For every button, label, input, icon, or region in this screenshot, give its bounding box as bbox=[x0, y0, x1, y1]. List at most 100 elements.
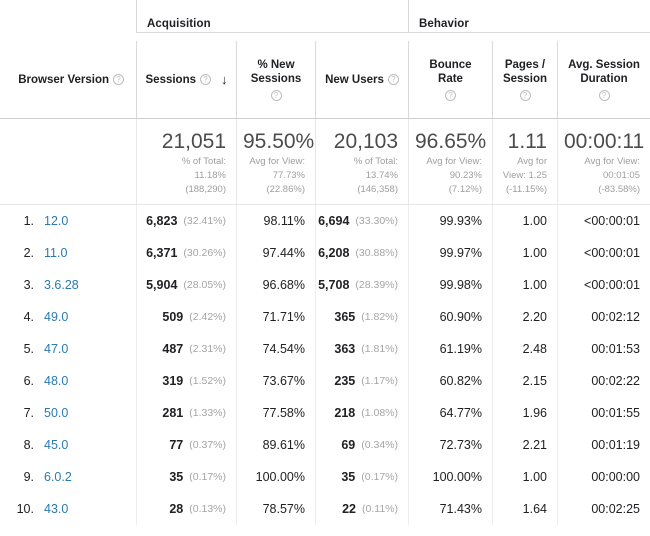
row-bounce-rate-value: 100.00% bbox=[432, 470, 482, 484]
table-row: 1. 12.0 6,823 (32.41%) 98.11% 6,694 (33.30%) 99… bbox=[0, 205, 650, 237]
column-header-bounce-rate-label: Bounce Rate bbox=[429, 59, 472, 85]
help-icon[interactable]: ? bbox=[387, 74, 399, 85]
summary-new-users-line3: (146,358) bbox=[357, 184, 398, 195]
column-header-browser-version[interactable]: Browser Version ? bbox=[0, 41, 136, 118]
browser-version-link[interactable]: 11.0 bbox=[44, 246, 67, 260]
browser-version-link[interactable]: 47.0 bbox=[44, 342, 68, 356]
row-sessions-percent: (32.41%) bbox=[183, 215, 226, 227]
help-icon[interactable]: ? bbox=[200, 74, 211, 85]
column-header-avg-session-duration[interactable]: Avg. Session Duration ? bbox=[557, 41, 650, 118]
row-index: 5. bbox=[23, 342, 34, 356]
help-icon[interactable]: ? bbox=[270, 90, 282, 101]
column-header-pages-per-session[interactable]: Pages / Session ? bbox=[492, 41, 557, 118]
row-bounce-rate-cell: 71.43% bbox=[408, 493, 492, 525]
help-icon[interactable]: ? bbox=[113, 74, 124, 85]
summary-sessions-line2: 11.18% bbox=[194, 170, 226, 181]
row-avg-session-duration-value: 00:01:19 bbox=[591, 438, 640, 452]
row-dimension-cell: 10. 43.0 bbox=[0, 493, 136, 525]
row-new-users-percent: (1.82%) bbox=[361, 311, 398, 323]
table-row: 9. 6.0.2 35 (0.17%) 100.00% 35 (0.17%) 100.00% 1… bbox=[0, 461, 650, 493]
row-pages-per-session-cell: 2.48 bbox=[492, 333, 557, 365]
row-avg-session-duration-value: <00:00:01 bbox=[584, 214, 640, 228]
row-new-users-percent: (1.08%) bbox=[361, 407, 398, 419]
group-label-acquisition: Acquisition bbox=[147, 18, 211, 30]
group-header-behavior: Behavior bbox=[408, 0, 650, 33]
row-new-users-value: 6,208 bbox=[318, 246, 350, 260]
column-header-sessions[interactable]: Sessions ? ↓ bbox=[136, 41, 236, 118]
help-icon[interactable]: ? bbox=[519, 90, 531, 101]
row-sessions-percent: (2.31%) bbox=[189, 343, 226, 355]
summary-sessions-value: 21,051 bbox=[161, 130, 226, 153]
row-avg-session-duration-cell: 00:01:55 bbox=[557, 397, 650, 429]
row-new-users-percent: (1.81%) bbox=[361, 343, 398, 355]
analytics-data-table: Acquisition Behavior Browser Version ? S… bbox=[0, 0, 650, 536]
row-index: 6. bbox=[23, 374, 34, 388]
row-sessions-value: 281 bbox=[162, 406, 184, 420]
row-pages-per-session-value: 1.96 bbox=[522, 406, 547, 420]
row-new-users-percent: (30.88%) bbox=[355, 247, 398, 259]
row-pct-new-sessions-cell: 77.58% bbox=[236, 397, 315, 429]
column-header-avg-session-duration-label: Avg. Session Duration bbox=[568, 59, 640, 85]
row-new-users-value: 363 bbox=[334, 342, 356, 356]
row-sessions-cell: 28 (0.13%) bbox=[136, 493, 236, 525]
row-new-users-value: 6,694 bbox=[318, 214, 350, 228]
help-icon[interactable]: ? bbox=[445, 90, 456, 101]
row-new-users-cell: 35 (0.17%) bbox=[315, 461, 408, 493]
row-pct-new-sessions-cell: 74.54% bbox=[236, 333, 315, 365]
row-pages-per-session-value: 2.20 bbox=[522, 310, 547, 324]
browser-version-link[interactable]: 43.0 bbox=[44, 502, 68, 516]
row-avg-session-duration-value: 00:01:55 bbox=[591, 406, 640, 420]
summary-duration-line3: (-83.58%) bbox=[598, 184, 640, 195]
summary-cell-dimension bbox=[0, 119, 136, 204]
group-header-acquisition: Acquisition bbox=[136, 0, 408, 33]
row-new-users-cell: 218 (1.08%) bbox=[315, 397, 408, 429]
row-pages-per-session-cell: 2.15 bbox=[492, 365, 557, 397]
row-avg-session-duration-value: 00:01:53 bbox=[591, 342, 640, 356]
row-avg-session-duration-cell: <00:00:01 bbox=[557, 237, 650, 269]
row-pct-new-sessions-cell: 78.57% bbox=[236, 493, 315, 525]
browser-version-link[interactable]: 45.0 bbox=[44, 438, 68, 452]
table-row: 2. 11.0 6,371 (30.26%) 97.44% 6,208 (30.88%) 99… bbox=[0, 237, 650, 269]
help-icon[interactable]: ? bbox=[598, 90, 610, 101]
column-header-bounce-rate[interactable]: Bounce Rate ? bbox=[408, 41, 492, 118]
summary-sessions-line3: (188,290) bbox=[185, 184, 226, 195]
row-avg-session-duration-value: 00:02:12 bbox=[591, 310, 640, 324]
table-row: 8. 45.0 77 (0.37%) 89.61% 69 (0.34%) 72.73% 2.21… bbox=[0, 429, 650, 461]
browser-version-link[interactable]: 50.0 bbox=[44, 406, 68, 420]
row-dimension-cell: 6. 48.0 bbox=[0, 365, 136, 397]
row-pct-new-sessions-cell: 100.00% bbox=[236, 461, 315, 493]
column-header-pct-new-sessions[interactable]: % New Sessions ? bbox=[236, 41, 315, 118]
row-avg-session-duration-cell: 00:02:25 bbox=[557, 493, 650, 525]
summary-bounce-value: 96.65% bbox=[415, 130, 487, 153]
column-header-browser-version-label: Browser Version bbox=[18, 73, 109, 86]
column-header-row: Browser Version ? Sessions ? ↓ % New Ses… bbox=[0, 41, 650, 119]
browser-version-link[interactable]: 3.6.28 bbox=[44, 278, 79, 292]
row-pct-new-sessions-cell: 73.67% bbox=[236, 365, 315, 397]
row-pages-per-session-cell: 2.21 bbox=[492, 429, 557, 461]
summary-cell-avg-session-duration: 00:00:11 Avg for View: 00:01:05 (-83.58%… bbox=[557, 119, 650, 204]
browser-version-link[interactable]: 48.0 bbox=[44, 374, 68, 388]
row-index: 3. bbox=[23, 278, 34, 292]
row-pages-per-session-value: 1.00 bbox=[522, 278, 547, 292]
browser-version-link[interactable]: 6.0.2 bbox=[44, 470, 72, 484]
row-bounce-rate-cell: 99.93% bbox=[408, 205, 492, 237]
row-bounce-rate-value: 60.82% bbox=[439, 374, 482, 388]
row-dimension-cell: 8. 45.0 bbox=[0, 429, 136, 461]
row-pages-per-session-cell: 1.00 bbox=[492, 461, 557, 493]
summary-pct-new-line2: 77.73% bbox=[272, 170, 305, 181]
row-new-users-value: 35 bbox=[341, 470, 356, 484]
row-new-users-cell: 22 (0.11%) bbox=[315, 493, 408, 525]
table-row: 7. 50.0 281 (1.33%) 77.58% 218 (1.08%) 64.77% 1.… bbox=[0, 397, 650, 429]
row-index: 9. bbox=[23, 470, 34, 484]
browser-version-link[interactable]: 49.0 bbox=[44, 310, 68, 324]
row-new-users-value: 5,708 bbox=[318, 278, 350, 292]
row-sessions-cell: 487 (2.31%) bbox=[136, 333, 236, 365]
row-index: 8. bbox=[23, 438, 34, 452]
row-sessions-value: 28 bbox=[169, 502, 184, 516]
arrow-down-icon[interactable]: ↓ bbox=[221, 73, 228, 86]
column-header-new-users[interactable]: New Users ? bbox=[315, 41, 408, 118]
column-header-sessions-label: Sessions bbox=[145, 73, 197, 86]
row-sessions-value: 6,823 bbox=[146, 214, 178, 228]
browser-version-link[interactable]: 12.0 bbox=[44, 214, 68, 228]
column-header-new-users-label: New Users bbox=[325, 73, 384, 86]
